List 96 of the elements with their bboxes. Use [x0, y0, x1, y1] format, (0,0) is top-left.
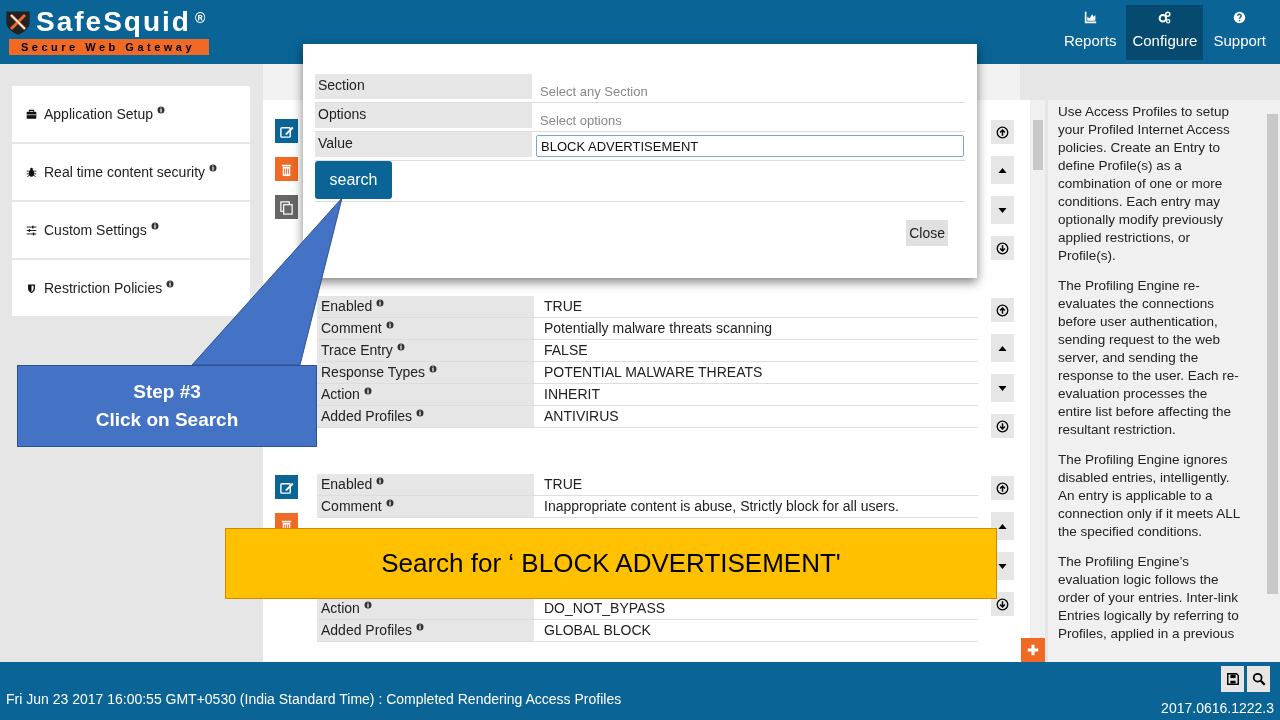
- callout-title: Step #3: [133, 380, 201, 404]
- help-paragraph: Use Access Profiles to setup your Profiled Internet Access policies. Create an Entry to define Profile(s) as a combination of one or more conditions. Each entry may optionally modify previously applied restrictions, or Profile(s).: [1058, 103, 1231, 265]
- move-bottom-icon: [996, 597, 1009, 611]
- scrollbar[interactable]: [1265, 100, 1280, 662]
- field-label: Section: [315, 74, 532, 99]
- info-icon: [363, 386, 372, 395]
- gears-icon: [1158, 11, 1172, 25]
- move-bottom-icon: [996, 241, 1009, 255]
- plus-icon: [1026, 643, 1040, 657]
- search-icon: [1251, 672, 1266, 686]
- help-icon: [1233, 11, 1247, 25]
- add-button[interactable]: [1021, 638, 1045, 662]
- field-label-text: Action: [321, 599, 360, 618]
- info-icon: [385, 320, 394, 329]
- bug-icon: [26, 166, 37, 178]
- input-field[interactable]: Select options: [536, 108, 965, 132]
- field-label-text: Action: [321, 385, 360, 404]
- move-bottom-button[interactable]: [991, 592, 1014, 616]
- field-value: INHERIT: [544, 385, 600, 404]
- search-button[interactable]: search: [315, 161, 392, 199]
- move-top-icon: [996, 125, 1009, 139]
- info-icon: [416, 622, 425, 631]
- field-value: DO_NOT_BYPASS: [544, 599, 666, 618]
- field-label-text: Trace Entry: [321, 341, 393, 360]
- search-button[interactable]: [1247, 666, 1270, 692]
- info-icon: [429, 364, 438, 373]
- field-label-text: Added Profiles: [321, 407, 413, 426]
- move-top-button[interactable]: [991, 298, 1014, 322]
- copy-icon: [279, 199, 294, 215]
- sidebar-item[interactable]: Restriction Policies: [12, 260, 250, 316]
- info-icon: [150, 222, 159, 230]
- help-paragraph: The Profiling Engine re-evaluates the connections before user authentication, sending request to the web server, and sending the response to the user. Each re-evaluation processes the entire list before affecting the resultant restriction.: [1058, 277, 1240, 439]
- save-icon: [1225, 672, 1240, 686]
- close-button[interactable]: Close: [906, 220, 948, 246]
- field-value: TRUE: [544, 297, 583, 316]
- move-up-button[interactable]: [991, 156, 1014, 184]
- info-icon: [416, 408, 425, 417]
- help-paragraph: The Profiling Engine’s evaluation logic follows the order of your entries. Inter-link Entries logically by referring to Profiles, applied in a previous: [1058, 553, 1240, 643]
- edit-button[interactable]: [275, 475, 298, 499]
- field-label-text: Enabled: [321, 475, 373, 494]
- field-label-text: Comment: [321, 497, 382, 516]
- field-label-text: Comment: [321, 319, 382, 338]
- logo-text: SafeSquid: [36, 7, 191, 36]
- shield-icon: [26, 282, 37, 294]
- info-icon: [166, 280, 175, 288]
- scrollbar[interactable]: [1030, 100, 1045, 638]
- field-label-text: Added Profiles: [321, 621, 413, 640]
- input-field[interactable]: Select any Section: [536, 79, 965, 103]
- version-text: 2017.0616.1222.3: [1161, 699, 1274, 718]
- save-button[interactable]: [1221, 666, 1244, 692]
- nav-tab[interactable]: Support: [1207, 4, 1272, 60]
- field-value: Potentially malware threats scanning: [544, 319, 772, 338]
- field-label: Options: [315, 103, 532, 128]
- move-up-button[interactable]: [991, 334, 1014, 362]
- registered-mark: ®: [194, 8, 206, 28]
- help-paragraph: The Profiling Engine ignores disabled entries, intelligently. An entry is applicable to a connection only if it meets ALL the specified conditions.: [1058, 451, 1241, 541]
- info-icon: [209, 164, 218, 172]
- field-value: Inappropriate content is abuse, Strictly block for all users.: [544, 497, 899, 516]
- move-down-button[interactable]: [991, 374, 1014, 402]
- field-label-text: Enabled: [321, 297, 373, 316]
- move-bottom-button[interactable]: [991, 236, 1014, 260]
- delete-button[interactable]: [275, 157, 298, 181]
- edit-button[interactable]: [275, 119, 298, 143]
- move-top-button[interactable]: [991, 476, 1014, 500]
- field-value: FALSE: [544, 341, 588, 360]
- instruction-banner-tooltip: Search for ‘ BLOCK ADVERTISEMENT': [225, 528, 997, 599]
- copy-button[interactable]: [275, 195, 298, 219]
- field-value: ANTIVIRUS: [544, 407, 619, 426]
- field-value: GLOBAL BLOCK: [544, 621, 651, 640]
- info-icon: [396, 342, 405, 351]
- sidebar-item[interactable]: Application Setup: [12, 86, 250, 142]
- callout-text: Click on Search: [95, 408, 239, 432]
- move-top-icon: [996, 303, 1009, 317]
- info-icon: [156, 106, 165, 114]
- nav-tab[interactable]: Reports: [1057, 4, 1123, 60]
- nav-tab[interactable]: Configure: [1126, 4, 1204, 60]
- field-value: TRUE: [544, 475, 583, 494]
- move-top-icon: [996, 481, 1009, 495]
- sidebar-item[interactable]: Real time content security: [12, 144, 250, 200]
- status-message: Fri Jun 23 2017 16:00:55 GMT+0530 (India Standard Time) : Completed Rendering Access Profiles: [6, 690, 622, 709]
- info-icon: [385, 498, 394, 507]
- field-value: POTENTIAL MALWARE THREATS: [544, 363, 763, 382]
- info-icon: [376, 298, 385, 307]
- sliders-icon: [26, 224, 37, 236]
- input-field[interactable]: BLOCK ADVERTISEMENT: [536, 135, 964, 157]
- move-down-button[interactable]: [991, 196, 1014, 224]
- info-icon: [363, 600, 372, 609]
- field-label-text: Response Types: [321, 363, 426, 382]
- info-icon: [376, 476, 385, 485]
- sidebar-item[interactable]: Custom Settings: [12, 202, 250, 258]
- briefcase-icon: [26, 108, 37, 120]
- move-bottom-button[interactable]: [991, 414, 1014, 438]
- move-bottom-icon: [996, 419, 1009, 433]
- chart-icon: [1083, 11, 1097, 25]
- move-top-button[interactable]: [991, 120, 1014, 144]
- field-label: Value: [315, 132, 532, 157]
